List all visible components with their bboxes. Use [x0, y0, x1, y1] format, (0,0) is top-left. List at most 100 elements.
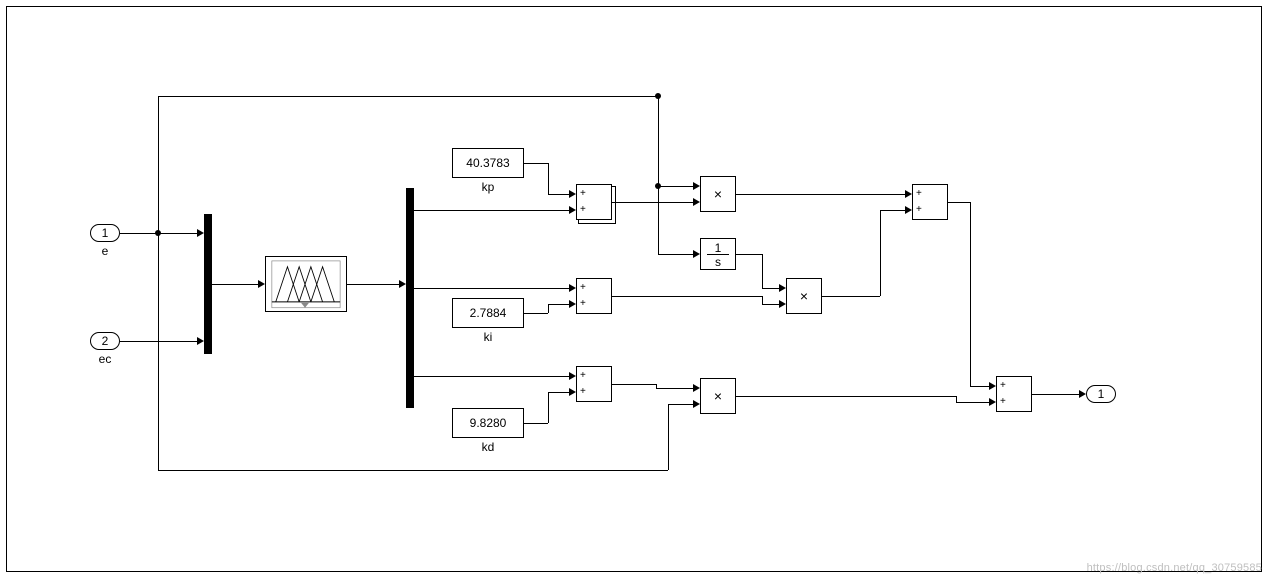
wire [347, 284, 399, 285]
arrowhead-icon [258, 280, 265, 288]
sum-ki[interactable]: + + [576, 278, 612, 314]
arrowhead-icon [693, 384, 700, 392]
wire [956, 402, 989, 403]
sum-pi[interactable]: + + [912, 184, 948, 220]
constant-ki[interactable]: 2.7884 [452, 298, 524, 328]
arrowhead-icon [569, 284, 576, 292]
arrowhead-icon [569, 372, 576, 380]
arrowhead-icon [905, 206, 912, 214]
constant-kd-label: kd [452, 440, 524, 454]
sum-final-plus1: + [1000, 381, 1006, 391]
wire [548, 304, 549, 313]
constant-kp-value: 40.3783 [466, 156, 509, 170]
constant-ki-value: 2.7884 [470, 306, 507, 320]
wire [668, 404, 669, 470]
wire [762, 304, 779, 305]
sum-pi-plus1: + [916, 189, 922, 199]
wire [548, 392, 569, 393]
constant-ki-label: ki [452, 330, 524, 344]
arrowhead-icon [693, 182, 700, 190]
integrator-block[interactable]: 1 s [700, 238, 736, 270]
wire [612, 296, 762, 297]
wire [822, 296, 880, 297]
outport-1-number: 1 [1098, 387, 1105, 401]
arrowhead-icon [569, 206, 576, 214]
simulink-canvas: 1 e 2 ec 40.3783 kp + + × 1 s [0, 0, 1268, 578]
product-p[interactable]: × [700, 176, 736, 212]
sum-ki-plus2: + [580, 299, 586, 309]
sum-kd[interactable]: + + [576, 366, 612, 402]
wire [762, 296, 763, 304]
arrowhead-icon [399, 280, 406, 288]
wire [948, 202, 970, 203]
wire [212, 284, 258, 285]
arrowhead-icon [569, 300, 576, 308]
arrowhead-icon [1079, 390, 1086, 398]
wire [762, 254, 763, 288]
product-d[interactable]: × [700, 378, 736, 414]
arrowhead-icon [197, 229, 204, 237]
wire [548, 392, 549, 423]
arrowhead-icon [197, 337, 204, 345]
sum-kp[interactable]: + + [576, 184, 612, 220]
sum-ki-plus1: + [580, 283, 586, 293]
outer-frame [6, 6, 1262, 572]
product-i[interactable]: × [786, 278, 822, 314]
wire [524, 313, 548, 314]
wire [656, 388, 693, 389]
wire [880, 210, 905, 211]
wire [612, 202, 693, 203]
constant-kd-value: 9.8280 [470, 416, 507, 430]
wire [736, 254, 762, 255]
mux-block[interactable] [204, 214, 212, 354]
wire [120, 341, 197, 342]
arrowhead-icon [779, 300, 786, 308]
wire [524, 423, 548, 424]
wire [970, 202, 971, 386]
watermark-text: https://blog.csdn.net/qq_30759585 [1087, 562, 1262, 574]
outport-1[interactable]: 1 [1086, 385, 1116, 403]
wire [158, 96, 159, 233]
fuzzy-logic-block[interactable] [265, 256, 347, 312]
wire [548, 163, 549, 194]
wire [414, 288, 569, 289]
constant-kp[interactable]: 40.3783 [452, 148, 524, 178]
inport-ec-label: ec [90, 352, 120, 366]
arrowhead-icon [905, 190, 912, 198]
sum-kp-plus1: + [580, 189, 586, 199]
inport-e-number: 1 [102, 226, 109, 240]
integrator-den: s [701, 255, 735, 269]
arrowhead-icon [989, 382, 996, 390]
arrowhead-icon [569, 388, 576, 396]
sum-kd-plus1: + [580, 371, 586, 381]
inport-e[interactable]: 1 [90, 224, 120, 242]
sum-kp-plus2: + [580, 205, 586, 215]
arrowhead-icon [693, 198, 700, 206]
constant-kd[interactable]: 9.8280 [452, 408, 524, 438]
sum-final[interactable]: + + [996, 376, 1032, 412]
wire [736, 396, 956, 397]
product-d-glyph: × [714, 388, 722, 404]
wire [548, 304, 569, 305]
inport-e-label: e [90, 244, 120, 258]
wire [1032, 394, 1079, 395]
wire [612, 384, 656, 385]
wire [658, 254, 693, 255]
product-i-glyph: × [800, 288, 808, 304]
wire [762, 288, 779, 289]
arrowhead-icon [693, 400, 700, 408]
arrowhead-icon [693, 250, 700, 258]
wire [414, 376, 569, 377]
wire [970, 386, 989, 387]
wire [736, 194, 905, 195]
integrator-num: 1 [701, 241, 735, 255]
arrowhead-icon [569, 190, 576, 198]
wire [658, 186, 693, 187]
wire [158, 96, 658, 97]
wire [658, 96, 659, 186]
inport-ec[interactable]: 2 [90, 332, 120, 350]
wire [658, 186, 659, 254]
sum-pi-plus2: + [916, 205, 922, 215]
arrowhead-icon [779, 284, 786, 292]
demux-block[interactable] [406, 188, 414, 408]
